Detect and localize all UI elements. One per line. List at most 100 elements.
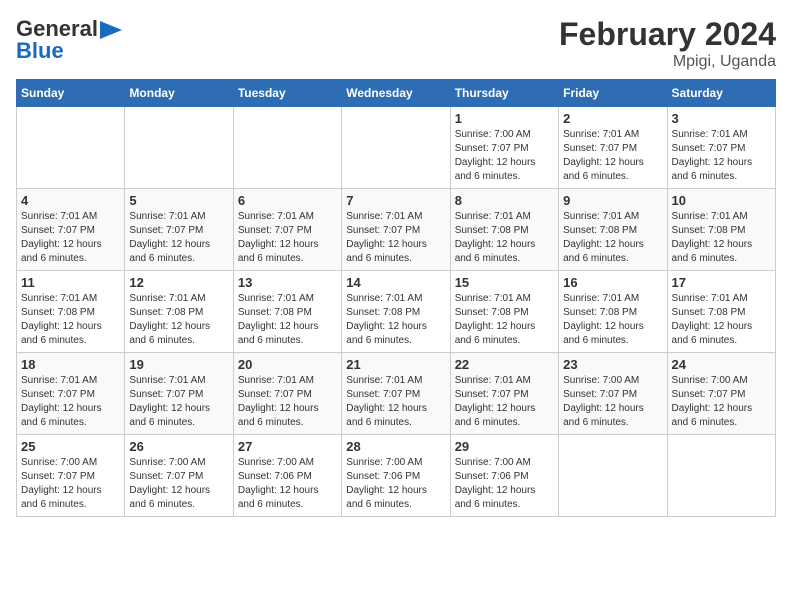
table-row: 18 Sunrise: 7:01 AM Sunset: 7:07 PM Dayli…: [17, 353, 125, 435]
day-info: Sunrise: 7:01 AM Sunset: 7:07 PM Dayligh…: [346, 374, 445, 430]
table-row: 2Sunrise: 7:01 AM Sunset: 7:07 PM Daylig…: [559, 107, 667, 189]
table-row: 10Sunrise: 7:01 AM Sunset: 7:08 PM Dayli…: [667, 189, 775, 271]
day-info: Sunrise: 7:01 AM Sunset: 7:08 PM Dayligh…: [346, 292, 445, 348]
day-number: 29: [455, 439, 554, 454]
table-row: [667, 435, 775, 517]
table-row: 27 Sunrise: 7:00 AM Sunset: 7:06 PM Dayli…: [233, 435, 341, 517]
table-row: [233, 107, 341, 189]
day-number: 25: [21, 439, 120, 454]
logo: General Blue: [16, 16, 122, 64]
day-info: Sunrise: 7:01 AM Sunset: 7:07 PM Dayligh…: [21, 374, 120, 430]
calendar-header-row: Sunday Monday Tuesday Wednesday Thursday…: [17, 80, 776, 107]
table-row: [125, 107, 233, 189]
day-info: Sunrise: 7:01 AM Sunset: 7:07 PM Dayligh…: [129, 374, 228, 430]
day-info: Sunrise: 7:00 AM Sunset: 7:07 PM Dayligh…: [563, 374, 662, 430]
calendar-week-row: 18 Sunrise: 7:01 AM Sunset: 7:07 PM Dayli…: [17, 353, 776, 435]
table-row: [17, 107, 125, 189]
day-info: Sunrise: 7:01 AM Sunset: 7:08 PM Dayligh…: [238, 292, 337, 348]
day-number: 3: [672, 111, 771, 126]
logo-arrow-icon: [100, 21, 122, 39]
day-info: Sunrise: 7:01 AM Sunset: 7:07 PM Dayligh…: [346, 210, 445, 266]
location-subtitle: Mpigi, Uganda: [559, 53, 776, 71]
day-info: Sunrise: 7:00 AM Sunset: 7:07 PM Dayligh…: [129, 456, 228, 512]
table-row: 20 Sunrise: 7:01 AM Sunset: 7:07 PM Dayli…: [233, 353, 341, 435]
table-row: 28Sunrise: 7:00 AM Sunset: 7:06 PM Dayli…: [342, 435, 450, 517]
day-number: 16: [563, 275, 662, 290]
day-info: Sunrise: 7:01 AM Sunset: 7:07 PM Dayligh…: [238, 374, 337, 430]
day-number: 17: [672, 275, 771, 290]
table-row: 11Sunrise: 7:01 AM Sunset: 7:08 PM Dayli…: [17, 271, 125, 353]
table-row: 5 Sunrise: 7:01 AM Sunset: 7:07 PM Daylig…: [125, 189, 233, 271]
day-number: 22: [455, 357, 554, 372]
day-info: Sunrise: 7:00 AM Sunset: 7:06 PM Dayligh…: [346, 456, 445, 512]
col-wednesday: Wednesday: [342, 80, 450, 107]
day-number: 21: [346, 357, 445, 372]
day-info: Sunrise: 7:01 AM Sunset: 7:07 PM Dayligh…: [455, 374, 554, 430]
table-row: 17 Sunrise: 7:01 AM Sunset: 7:08 PM Dayli…: [667, 271, 775, 353]
day-info: Sunrise: 7:00 AM Sunset: 7:07 PM Dayligh…: [455, 128, 554, 184]
day-number: 26: [129, 439, 228, 454]
day-number: 24: [672, 357, 771, 372]
day-number: 4: [21, 193, 120, 208]
day-number: 1: [455, 111, 554, 126]
day-info: Sunrise: 7:01 AM Sunset: 7:08 PM Dayligh…: [563, 292, 662, 348]
day-info: Sunrise: 7:01 AM Sunset: 7:08 PM Dayligh…: [455, 210, 554, 266]
col-friday: Friday: [559, 80, 667, 107]
calendar-week-row: 11Sunrise: 7:01 AM Sunset: 7:08 PM Dayli…: [17, 271, 776, 353]
page-header: General Blue February 2024 Mpigi, Uganda: [16, 16, 776, 71]
table-row: 22 Sunrise: 7:01 AM Sunset: 7:07 PM Dayli…: [450, 353, 558, 435]
day-info: Sunrise: 7:01 AM Sunset: 7:08 PM Dayligh…: [129, 292, 228, 348]
calendar-table: Sunday Monday Tuesday Wednesday Thursday…: [16, 79, 776, 517]
logo-blue-text: Blue: [16, 38, 64, 64]
day-number: 13: [238, 275, 337, 290]
day-info: Sunrise: 7:01 AM Sunset: 7:08 PM Dayligh…: [455, 292, 554, 348]
day-number: 20: [238, 357, 337, 372]
day-info: Sunrise: 7:01 AM Sunset: 7:07 PM Dayligh…: [129, 210, 228, 266]
day-number: 10: [672, 193, 771, 208]
day-info: Sunrise: 7:01 AM Sunset: 7:07 PM Dayligh…: [238, 210, 337, 266]
day-number: 12: [129, 275, 228, 290]
day-number: 15: [455, 275, 554, 290]
table-row: [342, 107, 450, 189]
table-row: 4 Sunrise: 7:01 AM Sunset: 7:07 PM Daylig…: [17, 189, 125, 271]
col-sunday: Sunday: [17, 80, 125, 107]
table-row: 1 Sunrise: 7:00 AM Sunset: 7:07 PM Daylig…: [450, 107, 558, 189]
col-thursday: Thursday: [450, 80, 558, 107]
day-number: 7: [346, 193, 445, 208]
day-number: 18: [21, 357, 120, 372]
table-row: 15 Sunrise: 7:01 AM Sunset: 7:08 PM Dayli…: [450, 271, 558, 353]
day-number: 23: [563, 357, 662, 372]
day-number: 5: [129, 193, 228, 208]
col-monday: Monday: [125, 80, 233, 107]
day-info: Sunrise: 7:01 AM Sunset: 7:07 PM Dayligh…: [21, 210, 120, 266]
table-row: 21 Sunrise: 7:01 AM Sunset: 7:07 PM Dayli…: [342, 353, 450, 435]
calendar-week-row: 1 Sunrise: 7:00 AM Sunset: 7:07 PM Daylig…: [17, 107, 776, 189]
day-info: Sunrise: 7:00 AM Sunset: 7:07 PM Dayligh…: [21, 456, 120, 512]
main-title: February 2024: [559, 16, 776, 53]
table-row: 14 Sunrise: 7:01 AM Sunset: 7:08 PM Dayli…: [342, 271, 450, 353]
table-row: 3 Sunrise: 7:01 AM Sunset: 7:07 PM Daylig…: [667, 107, 775, 189]
table-row: 23 Sunrise: 7:00 AM Sunset: 7:07 PM Dayli…: [559, 353, 667, 435]
day-info: Sunrise: 7:01 AM Sunset: 7:08 PM Dayligh…: [672, 292, 771, 348]
table-row: 9Sunrise: 7:01 AM Sunset: 7:08 PM Daylig…: [559, 189, 667, 271]
day-info: Sunrise: 7:00 AM Sunset: 7:06 PM Dayligh…: [455, 456, 554, 512]
day-number: 2: [563, 111, 662, 126]
table-row: 12 Sunrise: 7:01 AM Sunset: 7:08 PM Dayli…: [125, 271, 233, 353]
table-row: 26 Sunrise: 7:00 AM Sunset: 7:07 PM Dayli…: [125, 435, 233, 517]
day-number: 8: [455, 193, 554, 208]
calendar-week-row: 4 Sunrise: 7:01 AM Sunset: 7:07 PM Daylig…: [17, 189, 776, 271]
day-number: 6: [238, 193, 337, 208]
table-row: 6 Sunrise: 7:01 AM Sunset: 7:07 PM Daylig…: [233, 189, 341, 271]
day-number: 27: [238, 439, 337, 454]
table-row: 24Sunrise: 7:00 AM Sunset: 7:07 PM Dayli…: [667, 353, 775, 435]
table-row: 29 Sunrise: 7:00 AM Sunset: 7:06 PM Dayli…: [450, 435, 558, 517]
title-area: February 2024 Mpigi, Uganda: [559, 16, 776, 71]
day-info: Sunrise: 7:00 AM Sunset: 7:06 PM Dayligh…: [238, 456, 337, 512]
day-number: 19: [129, 357, 228, 372]
col-saturday: Saturday: [667, 80, 775, 107]
col-tuesday: Tuesday: [233, 80, 341, 107]
day-number: 14: [346, 275, 445, 290]
day-info: Sunrise: 7:01 AM Sunset: 7:08 PM Dayligh…: [563, 210, 662, 266]
day-info: Sunrise: 7:01 AM Sunset: 7:07 PM Dayligh…: [672, 128, 771, 184]
table-row: 7 Sunrise: 7:01 AM Sunset: 7:07 PM Daylig…: [342, 189, 450, 271]
